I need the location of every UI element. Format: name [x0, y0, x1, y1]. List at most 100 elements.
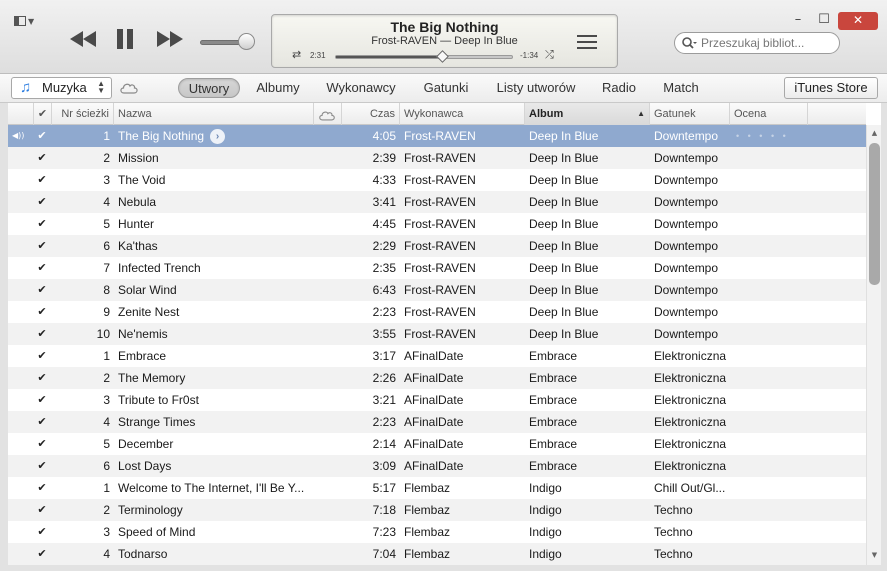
track-artist[interactable]: Frost-RAVEN — [404, 279, 522, 301]
window-menu-button[interactable]: ▼ — [14, 14, 34, 27]
track-checkbox[interactable]: ✔ — [34, 543, 50, 565]
up-next-list-icon[interactable] — [577, 35, 597, 53]
track-album[interactable]: Indigo — [529, 543, 647, 565]
column-header-status[interactable] — [8, 103, 34, 125]
shuffle-icon[interactable]: ⤮ — [545, 48, 554, 62]
track-checkbox[interactable]: ✔ — [34, 323, 50, 345]
track-checkbox[interactable]: ✔ — [34, 499, 50, 521]
tab-wykonawcy[interactable]: Wykonawcy — [323, 78, 399, 98]
close-button[interactable]: ✕ — [838, 12, 878, 30]
track-row[interactable]: ✔ 4 Nebula 3:41 Frost-RAVEN Deep In Blue Downt… — [8, 191, 866, 213]
track-row[interactable]: ✔ 6 Ka'thas 2:29 Frost-RAVEN Deep In Blue Down… — [8, 235, 866, 257]
track-name[interactable]: The Memory — [118, 367, 314, 389]
track-row[interactable]: ✔ 4 Strange Times 2:23 AFinalDate Embrace Elek… — [8, 411, 866, 433]
track-name[interactable]: The Big Nothing › — [118, 125, 314, 147]
track-artist[interactable]: Frost-RAVEN — [404, 125, 522, 147]
tab-radio[interactable]: Radio — [598, 78, 640, 98]
track-artist[interactable]: AFinalDate — [404, 455, 522, 477]
track-row[interactable]: ✔ 4 Todnarso 7:04 Flembaz Indigo Techno — [8, 543, 866, 565]
track-name[interactable]: Solar Wind — [118, 279, 314, 301]
track-checkbox[interactable]: ✔ — [34, 433, 50, 455]
track-checkbox[interactable]: ✔ — [34, 257, 50, 279]
track-artist[interactable]: AFinalDate — [404, 367, 522, 389]
track-name[interactable]: Hunter — [118, 213, 314, 235]
track-checkbox[interactable]: ✔ — [34, 125, 50, 147]
track-album[interactable]: Deep In Blue — [529, 147, 647, 169]
column-header-artist[interactable]: Wykonawca — [400, 103, 525, 125]
track-checkbox[interactable]: ✔ — [34, 169, 50, 191]
column-header-time[interactable]: Czas — [342, 103, 400, 125]
search-input[interactable]: Przeszukaj bibliot... — [674, 32, 840, 54]
itunes-store-button[interactable]: iTunes Store — [784, 77, 878, 99]
track-album[interactable]: Deep In Blue — [529, 323, 647, 345]
track-row[interactable]: ✔ 2 Mission 2:39 Frost-RAVEN Deep In Blue Down… — [8, 147, 866, 169]
track-row[interactable]: ✔ 1 Embrace 3:17 AFinalDate Embrace Elektronic… — [8, 345, 866, 367]
tab-listy-utworow[interactable]: Listy utworów — [491, 78, 581, 98]
column-header-cloud[interactable] — [314, 103, 342, 125]
repeat-icon[interactable]: ⇄ — [292, 48, 301, 61]
fast-forward-button[interactable] — [156, 30, 184, 48]
track-album[interactable]: Embrace — [529, 411, 647, 433]
column-header-rating[interactable]: Ocena — [730, 103, 808, 125]
track-checkbox[interactable]: ✔ — [34, 213, 50, 235]
track-row[interactable]: ✔ 5 December 2:14 AFinalDate Embrace Elektroni… — [8, 433, 866, 455]
track-album[interactable]: Embrace — [529, 455, 647, 477]
track-artist[interactable]: Flembaz — [404, 521, 522, 543]
track-name[interactable]: Mission — [118, 147, 314, 169]
track-name[interactable]: Terminology — [118, 499, 314, 521]
track-album[interactable]: Deep In Blue — [529, 169, 647, 191]
track-row[interactable]: ✔ 9 Zenite Nest 2:23 Frost-RAVEN Deep In Blue… — [8, 301, 866, 323]
track-checkbox[interactable]: ✔ — [34, 301, 50, 323]
track-checkbox[interactable]: ✔ — [34, 411, 50, 433]
track-album[interactable]: Indigo — [529, 521, 647, 543]
rewind-button[interactable] — [69, 30, 97, 48]
track-options-arrow-icon[interactable]: › — [210, 129, 226, 145]
cloud-icon[interactable] — [119, 81, 139, 94]
track-row[interactable]: ✔ 5 Hunter 4:45 Frost-RAVEN Deep In Blue Downt… — [8, 213, 866, 235]
track-artist[interactable]: Flembaz — [404, 499, 522, 521]
track-checkbox[interactable]: ✔ — [34, 455, 50, 477]
track-checkbox[interactable]: ✔ — [34, 367, 50, 389]
track-row[interactable]: ✔ 10 Ne'nemis 3:55 Frost-RAVEN Deep In Blue Do… — [8, 323, 866, 345]
track-artist[interactable]: Frost-RAVEN — [404, 191, 522, 213]
column-header-genre[interactable]: Gatunek — [650, 103, 730, 125]
track-artist[interactable]: Frost-RAVEN — [404, 213, 522, 235]
track-name[interactable]: Tribute to Fr0st — [118, 389, 314, 411]
track-name[interactable]: Infected Trench — [118, 257, 314, 279]
track-album[interactable]: Deep In Blue — [529, 279, 647, 301]
track-album[interactable]: Deep In Blue — [529, 191, 647, 213]
track-row[interactable]: ✔ 3 Speed of Mind 7:23 Flembaz Indigo Techno — [8, 521, 866, 543]
minimize-button[interactable]: – — [786, 12, 810, 30]
track-album[interactable]: Indigo — [529, 499, 647, 521]
volume-slider-knob[interactable] — [238, 33, 255, 50]
track-checkbox[interactable]: ✔ — [34, 235, 50, 257]
track-artist[interactable]: Frost-RAVEN — [404, 323, 522, 345]
track-album[interactable]: Indigo — [529, 477, 647, 499]
track-checkbox[interactable]: ✔ — [34, 477, 50, 499]
track-album[interactable]: Embrace — [529, 389, 647, 411]
track-row[interactable]: ✔ 7 Infected Trench 2:35 Frost-RAVEN Deep In … — [8, 257, 866, 279]
now-playing-artist-album[interactable]: Frost-RAVEN — Deep In Blue — [272, 35, 617, 47]
progress-bar[interactable] — [335, 50, 513, 63]
tab-gatunki[interactable]: Gatunki — [418, 78, 474, 98]
vertical-scrollbar[interactable]: ▲ ▼ — [866, 125, 881, 565]
scroll-down-arrow-icon[interactable]: ▼ — [867, 551, 882, 559]
column-header-track-number[interactable]: Nr ścieżki — [52, 103, 114, 125]
track-artist[interactable]: Frost-RAVEN — [404, 235, 522, 257]
track-name[interactable]: Todnarso — [118, 543, 314, 565]
track-artist[interactable]: Flembaz — [404, 543, 522, 565]
track-artist[interactable]: Frost-RAVEN — [404, 147, 522, 169]
track-name[interactable]: Lost Days — [118, 455, 314, 477]
track-row[interactable]: ✔ 2 The Memory 2:26 AFinalDate Embrace Elektro… — [8, 367, 866, 389]
track-checkbox[interactable]: ✔ — [34, 279, 50, 301]
track-checkbox[interactable]: ✔ — [34, 389, 50, 411]
column-header-album[interactable]: Album ▲ — [525, 103, 650, 125]
track-artist[interactable]: Frost-RAVEN — [404, 169, 522, 191]
column-header-name[interactable]: Nazwa — [114, 103, 314, 125]
track-artist[interactable]: AFinalDate — [404, 411, 522, 433]
track-row[interactable]: ✔ 3 The Void 4:33 Frost-RAVEN Deep In Blue Dow… — [8, 169, 866, 191]
track-name[interactable]: Embrace — [118, 345, 314, 367]
track-rating[interactable]: • • • • • — [736, 125, 814, 147]
track-name[interactable]: Ne'nemis — [118, 323, 314, 345]
track-name[interactable]: Ka'thas — [118, 235, 314, 257]
